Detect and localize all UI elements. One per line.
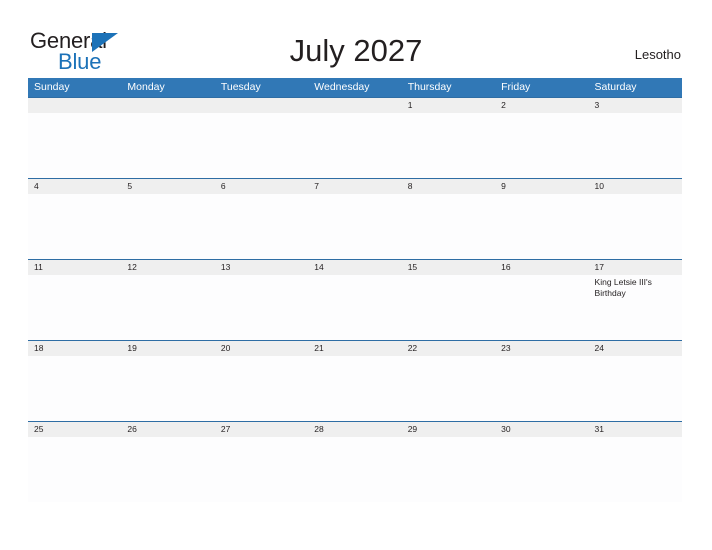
day-number: 7	[308, 179, 402, 194]
weekday-header-wednesday: Wednesday	[314, 81, 370, 93]
day-number: 22	[401, 341, 496, 356]
calendar-week-row: 18 19 20 21 22 23 24	[28, 340, 682, 421]
weekday-header-thursday: Thursday	[407, 81, 452, 93]
calendar-day-cell-11[interactable]: 11	[28, 260, 122, 340]
day-number: 12	[121, 260, 215, 275]
day-number: 26	[121, 422, 215, 437]
day-number: 6	[214, 179, 309, 194]
day-number: 10	[588, 179, 682, 194]
calendar-day-cell-16[interactable]: 16	[495, 260, 589, 340]
day-number	[308, 98, 402, 113]
calendar-day-cell-18[interactable]: 18	[28, 341, 122, 421]
calendar-day-cell-4[interactable]: 4	[28, 179, 122, 259]
page-title: July 2027	[289, 33, 423, 68]
day-number: 31	[588, 422, 682, 437]
weekday-header-saturday: Saturday	[594, 81, 637, 93]
calendar-day-cell-empty	[121, 98, 215, 178]
day-number	[28, 98, 122, 113]
day-number: 5	[121, 179, 215, 194]
day-number: 1	[401, 98, 496, 113]
weekday-header-tuesday: Tuesday	[220, 81, 261, 93]
calendar-day-cell-empty	[308, 98, 402, 178]
calendar-day-cell-24[interactable]: 24	[588, 341, 682, 421]
calendar-day-cell-9[interactable]: 9	[495, 179, 589, 259]
day-number: 20	[214, 341, 309, 356]
calendar-day-cell-15[interactable]: 15	[401, 260, 496, 340]
calendar-day-cell-29[interactable]: 29	[401, 422, 496, 502]
calendar-day-cell-23[interactable]: 23	[495, 341, 589, 421]
country-label: Lesotho	[634, 47, 681, 62]
day-number: 28	[308, 422, 402, 437]
day-number: 13	[214, 260, 309, 275]
day-number: 9	[495, 179, 589, 194]
calendar-day-cell-12[interactable]: 12	[121, 260, 215, 340]
calendar-day-cell-31[interactable]: 31	[588, 422, 682, 502]
day-number: 11	[28, 260, 122, 275]
day-number: 3	[588, 98, 682, 113]
page-header: General Blue July 2027 Lesotho	[0, 0, 712, 76]
day-number: 14	[308, 260, 402, 275]
holiday-event: King Letsie III's Birthday	[594, 277, 652, 298]
calendar-day-cell-26[interactable]: 26	[121, 422, 215, 502]
calendar-day-cell-empty	[214, 98, 309, 178]
day-number: 18	[28, 341, 122, 356]
calendar-page: General Blue July 2027 Lesotho Sunday Mon…	[0, 0, 712, 550]
calendar-day-cell-14[interactable]: 14	[308, 260, 402, 340]
day-number: 30	[495, 422, 589, 437]
calendar-grid: Sunday Monday Tuesday Wednesday Thursday Frid…	[28, 78, 682, 502]
calendar-day-cell-empty	[28, 98, 122, 178]
day-number: 21	[308, 341, 402, 356]
calendar-day-cell-7[interactable]: 7	[308, 179, 402, 259]
day-number	[121, 98, 215, 113]
day-number: 19	[121, 341, 215, 356]
calendar-week-row: 11 12 13 14 15 16 17 King Letsie III's Birthday	[28, 259, 682, 340]
calendar-day-cell-22[interactable]: 22	[401, 341, 496, 421]
calendar-day-cell-2[interactable]: 2	[495, 98, 589, 178]
calendar-day-cell-30[interactable]: 30	[495, 422, 589, 502]
calendar-day-cell-28[interactable]: 28	[308, 422, 402, 502]
weekday-header-row: Sunday Monday Tuesday Wednesday Thursday Frid…	[28, 78, 682, 97]
week-rows: 1 2 3 4 5 6 7 8 9 10 11 12 13 14 15 16 17 King Letsie III…	[28, 97, 682, 502]
calendar-week-row: 25 26 27 28 29 30 31	[28, 421, 682, 502]
weekday-header-monday: Monday	[127, 81, 165, 93]
calendar-day-cell-17[interactable]: 17 King Letsie III's Birthday	[588, 260, 682, 340]
calendar-day-cell-20[interactable]: 20	[214, 341, 309, 421]
calendar-day-cell-19[interactable]: 19	[121, 341, 215, 421]
calendar-day-cell-8[interactable]: 8	[401, 179, 496, 259]
calendar-day-cell-25[interactable]: 25	[28, 422, 122, 502]
day-number: 25	[28, 422, 122, 437]
calendar-day-cell-27[interactable]: 27	[214, 422, 309, 502]
day-number: 27	[214, 422, 309, 437]
calendar-day-cell-1[interactable]: 1	[401, 98, 496, 178]
calendar-day-cell-5[interactable]: 5	[121, 179, 215, 259]
calendar-week-row: 123	[28, 97, 682, 178]
calendar-week-row: 4 5 6 7 8 9 10	[28, 178, 682, 259]
calendar-day-cell-21[interactable]: 21	[308, 341, 402, 421]
calendar-day-cell-13[interactable]: 13	[214, 260, 309, 340]
day-number: 4	[28, 179, 122, 194]
day-number: 23	[495, 341, 589, 356]
weekday-header-sunday: Sunday	[34, 81, 70, 93]
day-number: 2	[495, 98, 589, 113]
calendar-day-cell-3[interactable]: 3	[588, 98, 682, 178]
weekday-header-friday: Friday	[501, 81, 531, 93]
calendar-day-cell-10[interactable]: 10	[588, 179, 682, 259]
day-number: 8	[401, 179, 496, 194]
day-number	[214, 98, 309, 113]
calendar-day-cell-6[interactable]: 6	[214, 179, 309, 259]
day-number: 17	[588, 260, 682, 275]
day-number: 24	[588, 341, 682, 356]
day-number: 15	[401, 260, 496, 275]
day-number: 29	[401, 422, 496, 437]
day-events: King Letsie III's Birthday	[589, 275, 682, 298]
day-number: 16	[495, 260, 589, 275]
